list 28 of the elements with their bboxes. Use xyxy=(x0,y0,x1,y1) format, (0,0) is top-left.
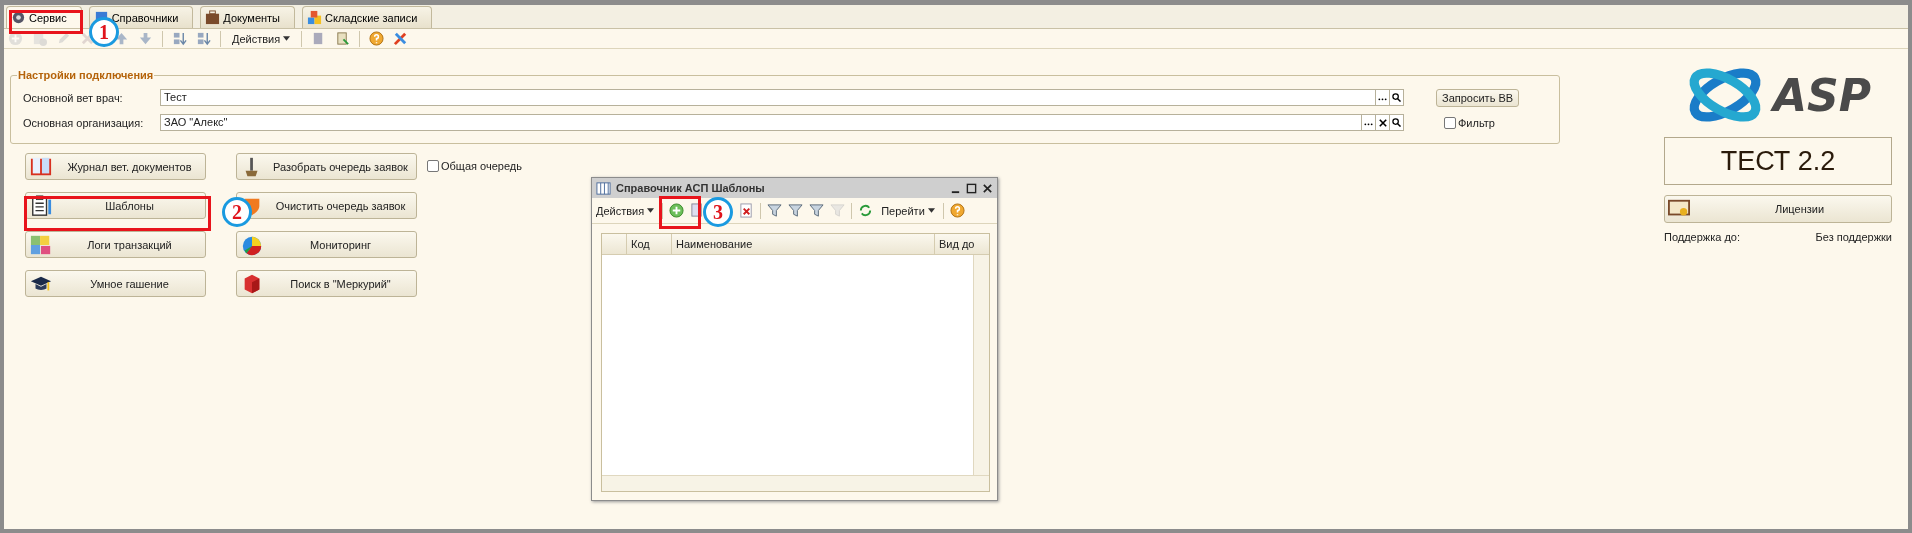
tab[interactable]: Складские записи xyxy=(302,6,433,28)
menu-button[interactable]: Мониторинг xyxy=(236,231,417,258)
menu-button[interactable]: Поиск в "Меркурий" xyxy=(236,270,417,297)
goto-menu[interactable]: Перейти xyxy=(879,204,937,217)
licenses-button[interactable]: Лицензии xyxy=(1664,195,1892,223)
column-header[interactable]: Код xyxy=(627,234,672,254)
input-field[interactable]: Тест xyxy=(160,89,1376,106)
column-header[interactable]: Вид до xyxy=(935,234,974,254)
menu-button[interactable]: Логи транзакций xyxy=(25,231,206,258)
actions-menu[interactable]: Действия xyxy=(230,32,293,45)
common-queue-checkbox[interactable]: Общая очередь xyxy=(427,160,522,172)
field-label: Основная организация: xyxy=(23,116,145,129)
column-header[interactable]: Наименование xyxy=(672,234,935,254)
menu-button[interactable]: Разобрать очередь заявок xyxy=(236,153,417,180)
step-number: 2 xyxy=(222,197,252,227)
dialog-title: Справочник АСП Шаблоны xyxy=(616,182,766,194)
menu-button[interactable]: Умное гашение xyxy=(25,270,206,297)
support-label: Поддержка до: xyxy=(1664,231,1741,243)
menu-button[interactable]: Журнал вет. документов xyxy=(25,153,206,180)
tab[interactable]: Документы xyxy=(200,6,295,28)
actions-menu[interactable]: Действия xyxy=(594,204,657,217)
version-label: ТЕСТ 2.2 xyxy=(1664,137,1892,185)
field-label: Основной вет врач: xyxy=(23,91,124,104)
support-value: Без поддержки xyxy=(1815,231,1892,243)
input-field[interactable]: ЗАО "Алекс" xyxy=(160,114,1362,131)
settings-title: Настройки подключения xyxy=(17,69,155,81)
filter-checkbox[interactable]: Фильтр xyxy=(1444,116,1495,129)
request-button[interactable]: Запросить ВВ xyxy=(1436,88,1520,107)
